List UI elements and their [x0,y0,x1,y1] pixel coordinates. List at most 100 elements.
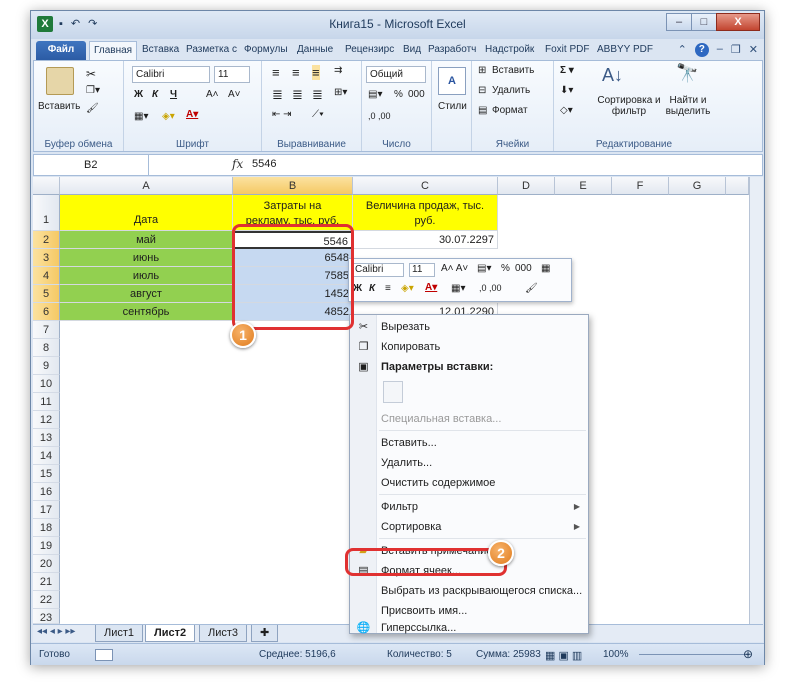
mini-font-select[interactable]: Calibri [352,263,404,277]
percent-button[interactable]: % [394,89,403,100]
tab-addins[interactable]: Надстройк [481,41,538,61]
help-icon[interactable]: ? [694,43,709,57]
align-left-icon[interactable]: ≣ [272,87,283,103]
number-format-select[interactable]: Общий [366,66,426,83]
date-cell[interactable]: июль [60,267,233,285]
align-top-icon[interactable]: ≡ [272,65,280,80]
mini-align-icon[interactable]: ≡ [385,283,391,294]
copy-icon[interactable]: ❐▾ [86,85,100,96]
tab-formulas[interactable]: Формулы [240,41,292,61]
date-cell[interactable]: август [60,285,233,303]
currency-icon[interactable]: ▤▾ [368,89,382,100]
mini-grow-shrink-icon[interactable]: A˄ A˅ [441,263,468,274]
mini-size-select[interactable]: 11 [409,263,435,277]
paste-button[interactable]: Вставить [38,101,80,112]
doc-restore-icon[interactable]: ❐ [731,43,741,57]
name-box[interactable]: B2 [34,155,149,175]
tab-file[interactable]: Файл [36,41,86,61]
mini-decimal-icons[interactable]: ,0 ,00 [479,283,502,293]
bold-button[interactable]: Ж [134,89,143,100]
mini-italic-button[interactable]: К [369,283,375,294]
column-header-c[interactable]: C [353,177,498,195]
new-sheet-icon[interactable]: ✚ [251,625,279,642]
mini-font-color-icon[interactable]: A▾ [425,282,437,293]
merge-icon[interactable]: ⊞▾ [334,87,347,98]
fill-icon[interactable]: ⬇▾ [560,85,573,96]
font-size-select[interactable]: 11 [214,66,250,83]
date-cell[interactable]: июнь [60,249,233,267]
tab-page-layout[interactable]: Разметка с [182,41,241,61]
styles-button[interactable]: Стили [438,101,467,112]
sales-cell[interactable]: 30.07.2297 [353,231,498,249]
ctx-cut[interactable]: ✂ Вырезать [350,317,588,337]
ribbon-collapse-icon[interactable]: ⌃ [678,43,687,57]
zoom-level[interactable]: 100% [603,649,629,660]
doc-close-icon[interactable]: ✕ [749,43,758,57]
tab-data[interactable]: Данные [293,41,337,61]
ctx-pick-from-list[interactable]: Выбрать из раскрывающегося списка... [350,581,588,601]
column-header-b[interactable]: B [233,177,353,195]
grow-font-button[interactable]: A˄ [206,89,219,100]
view-mode-icons[interactable]: ▦ ▣ ▥ [545,649,582,662]
tab-developer[interactable]: Разработч [424,41,480,61]
tab-review[interactable]: Рецензирс [341,41,398,61]
column-header-a[interactable]: A [60,177,233,195]
ctx-clear[interactable]: Очистить содержимое [350,473,588,493]
row-header[interactable]: 19 [33,537,60,555]
zoom-in-icon[interactable]: ⊕ [743,647,753,661]
font-color-icon[interactable]: A▾ [186,109,198,120]
row-header[interactable]: 2 [33,231,60,249]
font-name-select[interactable]: Calibri [132,66,210,83]
mini-percent-button[interactable]: % [501,263,510,274]
underline-button[interactable]: Ч [170,89,177,100]
delete-cells-icon[interactable]: ⊟ [478,85,486,96]
insert-cells-icon[interactable]: ⊞ [478,65,486,76]
tab-home[interactable]: Главная [89,41,138,61]
align-right-icon[interactable]: ≣ [312,87,323,103]
sheet-tab-list2[interactable]: Лист2 [145,625,196,642]
tab-insert[interactable]: Вставка [138,41,183,61]
styles-icon[interactable]: A [438,67,466,95]
tab-abbyy-pdf[interactable]: ABBYY PDF [593,41,657,61]
row-header[interactable]: 9 [33,357,60,375]
ctx-insert[interactable]: Вставить... [350,433,588,453]
mini-painter-icon[interactable]: 🖌 [525,283,538,294]
row-header[interactable]: 21 [33,573,60,591]
wrap-text-icon[interactable]: ⇉ [334,65,342,76]
format-cells-icon[interactable]: ▤ [478,105,487,116]
orientation-icon[interactable]: ⟋▾ [312,109,324,120]
sheet-tab-list3[interactable]: Лист3 [199,625,248,642]
vertical-scrollbar[interactable] [749,177,763,624]
mini-borders-icon[interactable]: ▦▾ [451,283,465,294]
tab-view[interactable]: Вид [399,41,425,61]
mini-currency-icon[interactable]: ▤▾ [477,263,491,274]
format-painter-icon[interactable]: 🖌 [86,103,99,114]
insert-cells-button[interactable]: Вставить [492,65,534,76]
minimize-button[interactable]: – [666,13,692,31]
column-header-d[interactable]: D [498,177,555,195]
column-header-f[interactable]: F [612,177,669,195]
delete-cells-button[interactable]: Удалить [492,85,530,96]
doc-minimize-icon[interactable]: – [717,43,723,57]
decimal-buttons[interactable]: ,0 ,00 [368,111,391,121]
row-header[interactable]: 6 [33,303,60,321]
ctx-filter[interactable]: Фильтр ▶ [350,497,588,517]
macro-record-icon[interactable] [95,649,113,661]
row-header[interactable]: 13 [33,429,60,447]
row-header[interactable]: 5 [33,285,60,303]
align-bottom-icon[interactable]: ≡ [312,65,320,80]
clear-icon[interactable]: ◇▾ [560,105,573,116]
sheet-tab-list1[interactable]: Лист1 [95,625,144,642]
date-cell[interactable]: май [60,231,233,249]
row-header[interactable]: 22 [33,591,60,609]
italic-button[interactable]: К [152,89,158,100]
ctx-sort[interactable]: Сортировка ▶ [350,517,588,537]
tab-foxit-pdf[interactable]: Foxit PDF [541,41,593,61]
zoom-slider[interactable] [639,654,749,655]
fill-color-icon[interactable]: ◈▾ [162,111,175,122]
thousands-button[interactable]: 000 [408,89,425,100]
align-center-icon[interactable]: ≣ [292,87,303,103]
column-header-h[interactable] [726,177,749,195]
maximize-button[interactable]: □ [691,13,717,31]
row-header[interactable]: 7 [33,321,60,339]
